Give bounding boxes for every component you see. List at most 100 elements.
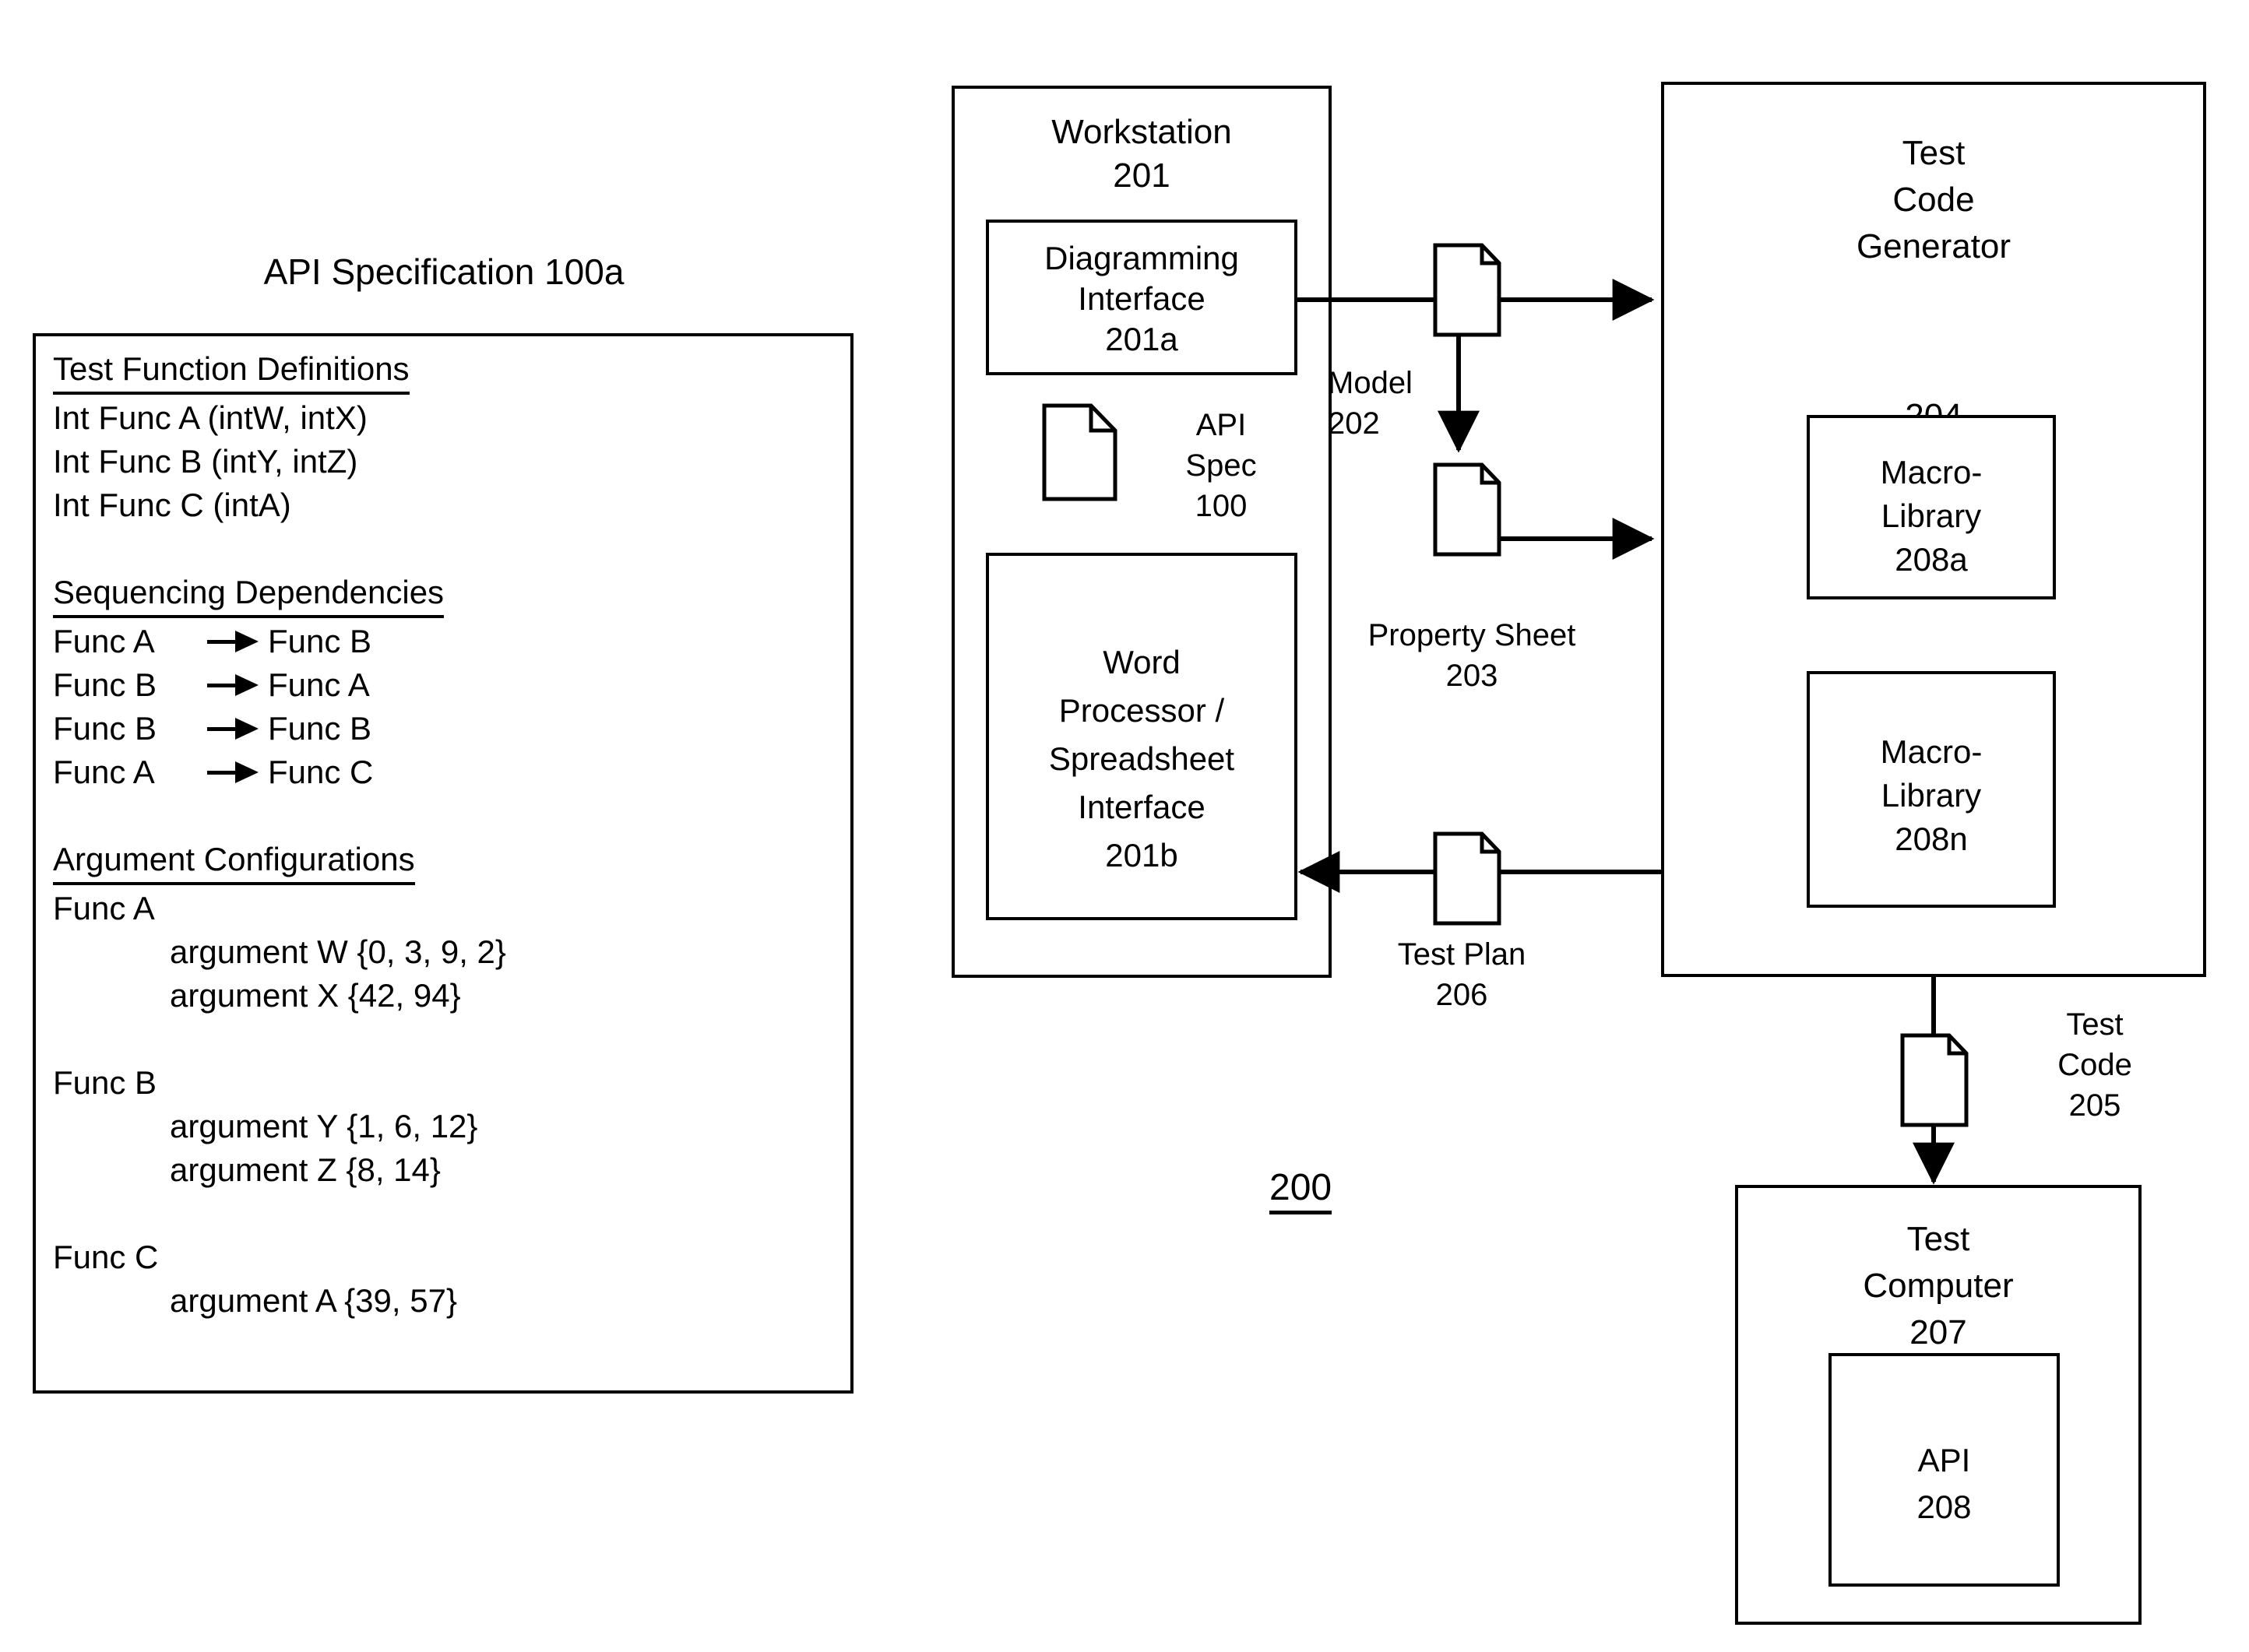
dependency-target: Func C [268, 754, 374, 790]
api-specification-title: API Specification 100a [263, 251, 625, 292]
diagramming-interface-line1: Diagramming [1044, 240, 1239, 276]
argument-group-function: Func A [53, 890, 155, 926]
dependency-row: Func A Func B [53, 620, 839, 663]
test-computer-label: Test Computer 207 [1738, 1216, 2138, 1356]
section-sequencing-dependencies: Sequencing Dependencies Func A Func B Fu… [53, 571, 839, 794]
dependency-source: Func A [53, 623, 155, 659]
macro-library-208a-line1: Macro- [1880, 454, 1983, 490]
workstation-ref: 201 [1113, 156, 1170, 195]
test-plan-artifact-label: Test Plan [1397, 937, 1526, 972]
api-208-label: API 208 [1832, 1437, 2057, 1531]
macro-library-208a-line2: Library [1881, 497, 1982, 534]
test-code-artifact-ref: 205 [2068, 1088, 2121, 1123]
right-arrow-icon [206, 625, 263, 658]
section-test-function-definitions: Test Function Definitions Int Func A (in… [53, 347, 839, 527]
diagramming-interface-label: Diagramming Interface 201a [989, 238, 1294, 360]
api-specification-content: Test Function Definitions Int Func A (in… [53, 347, 839, 1323]
api-208-box: API 208 [1828, 1353, 2060, 1587]
diagramming-interface-box: Diagramming Interface 201a [986, 220, 1297, 375]
diagramming-interface-ref: 201a [1105, 321, 1178, 357]
argument-group-function: Func C [53, 1239, 159, 1275]
macro-library-208a-box: Macro- Library 208a [1807, 415, 2056, 599]
macro-library-208n-line1: Macro- [1880, 733, 1983, 770]
workstation-label: Workstation 201 [955, 111, 1329, 198]
test-plan-artifact-caption: Test Plan 206 [1364, 934, 1559, 1015]
dependency-target: Func A [268, 666, 370, 703]
dependency-row: Func B Func B [53, 707, 839, 750]
test-code-generator-line2: Code [1892, 181, 1975, 219]
api-208-line1: API [1917, 1442, 1971, 1478]
word-processor-interface-label: Word Processor / Spreadsheet Interface 2… [989, 638, 1294, 880]
dependency-target: Func B [268, 710, 372, 747]
api-specification-box: Test Function Definitions Int Func A (in… [33, 333, 853, 1394]
function-definition-line: Int Func C (intA) [53, 487, 291, 523]
macro-library-208n-box: Macro- Library 208n [1807, 671, 2056, 908]
macro-library-208n-label: Macro- Library 208n [1810, 730, 2053, 861]
dependency-source: Func A [53, 754, 155, 790]
argument-line: argument A {39, 57} [170, 1282, 457, 1319]
workstation-name: Workstation [1051, 113, 1232, 151]
word-processor-line4: Interface [1078, 789, 1205, 825]
word-processor-ref: 201b [1105, 837, 1178, 873]
argument-line: argument Y {1, 6, 12} [170, 1108, 478, 1144]
dependency-source: Func B [53, 666, 157, 703]
macro-library-208n-ref: 208n [1895, 821, 1968, 857]
test-code-generator-line1: Test [1902, 134, 1966, 172]
argument-line: argument Z {8, 14} [170, 1151, 441, 1188]
property-sheet-artifact-label: Property Sheet [1367, 618, 1576, 652]
property-sheet-artifact-caption: Property Sheet 203 [1347, 615, 1596, 696]
figure-number: 200 [1269, 1166, 1332, 1214]
word-processor-line1: Word [1103, 644, 1181, 680]
test-code-generator-label: Test Code Generator [1664, 130, 2203, 270]
section-argument-configurations: Argument Configurations Func A argument … [53, 838, 839, 1323]
api-spec-icon-caption: API Spec 100 [1143, 405, 1299, 526]
dependency-target: Func B [268, 623, 372, 659]
argument-line: argument X {42, 94} [170, 977, 461, 1014]
model-artifact-ref: 202 [1328, 406, 1380, 441]
word-processor-interface-box: Word Processor / Spreadsheet Interface 2… [986, 553, 1297, 920]
test-code-artifact-line2: Code [2057, 1048, 2132, 1082]
dependency-source: Func B [53, 710, 157, 747]
argument-group-function: Func B [53, 1064, 157, 1101]
function-definition-line: Int Func B (intY, intZ) [53, 443, 358, 480]
macro-library-208a-label: Macro- Library 208a [1810, 451, 2053, 582]
test-computer-ref: 207 [1909, 1313, 1967, 1351]
dependency-row: Func A Func C [53, 750, 839, 794]
right-arrow-icon [206, 669, 263, 701]
test-computer-line2: Computer [1863, 1267, 2014, 1305]
section-heading-test-function-definitions: Test Function Definitions [53, 347, 410, 395]
test-code-document-icon [1900, 1033, 1969, 1127]
api-208-ref: 208 [1916, 1489, 1972, 1525]
patent-figure-page: API Specification 100a Test Function Def… [0, 0, 2249, 1652]
model-artifact-label: Model [1328, 366, 1413, 400]
right-arrow-icon [206, 712, 263, 745]
model-artifact-caption: Model 202 [1328, 363, 1468, 444]
api-spec-icon-line2: Spec [1185, 448, 1257, 483]
test-computer-line1: Test [1906, 1220, 1970, 1258]
argument-line: argument W {0, 3, 9, 2} [170, 933, 506, 970]
test-plan-document-icon [1433, 831, 1501, 926]
macro-library-208n-line2: Library [1881, 777, 1982, 814]
test-plan-artifact-ref: 206 [1435, 978, 1488, 1012]
api-spec-icon-ref: 100 [1195, 489, 1248, 523]
diagramming-interface-line2: Interface [1078, 280, 1205, 317]
function-definition-line: Int Func A (intW, intX) [53, 399, 368, 436]
test-code-artifact-caption: Test Code 205 [2025, 1004, 2165, 1126]
macro-library-208a-ref: 208a [1895, 541, 1968, 578]
word-processor-line3: Spreadsheet [1048, 740, 1235, 777]
section-heading-argument-configurations: Argument Configurations [53, 838, 415, 885]
property-sheet-document-icon [1433, 462, 1501, 557]
test-code-artifact-line1: Test [2066, 1007, 2124, 1042]
api-spec-icon-line1: API [1195, 408, 1247, 442]
property-sheet-artifact-ref: 203 [1445, 659, 1498, 693]
dependency-row: Func B Func A [53, 663, 839, 707]
model-document-icon [1433, 243, 1501, 337]
word-processor-line2: Processor / [1058, 692, 1225, 729]
right-arrow-icon [206, 756, 263, 789]
section-heading-sequencing-dependencies: Sequencing Dependencies [53, 571, 445, 618]
test-code-generator-line3: Generator [1856, 227, 2011, 265]
